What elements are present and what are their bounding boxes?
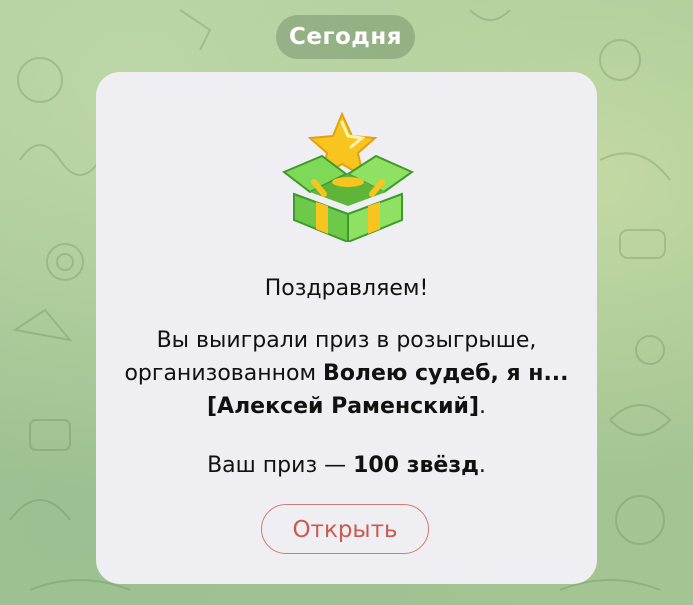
giveaway-result-message: Поздравляем! Вы выиграли приз в розыгрыш…	[96, 72, 597, 584]
gift-box-star-icon	[282, 111, 415, 242]
prize-prefix: Ваш приз —	[207, 453, 354, 478]
date-separator: Сегодня	[276, 15, 415, 59]
organizer-prefix: организованном	[124, 361, 324, 386]
channel-name: Волею судеб, я н...	[323, 361, 569, 386]
open-button[interactable]: Открыть	[261, 504, 429, 554]
message-line-1: Вы выиграли приз в розыгрыше,	[156, 328, 537, 353]
prize-amount: 100 звёзд	[353, 453, 479, 478]
prize-suffix: .	[478, 453, 486, 478]
message-body: Вы выиграли приз в розыгрыше, организова…	[96, 324, 597, 423]
channel-author: [Алексей Раменский]	[206, 394, 479, 419]
message-title: Поздравляем!	[264, 276, 429, 301]
message-line-3: [Алексей Раменский].	[96, 390, 597, 423]
message-line-2: организованном Волею судеб, я н...	[96, 357, 597, 390]
prize-description: Ваш приз — 100 звёзд.	[96, 453, 597, 478]
line-3-suffix: .	[479, 394, 486, 419]
